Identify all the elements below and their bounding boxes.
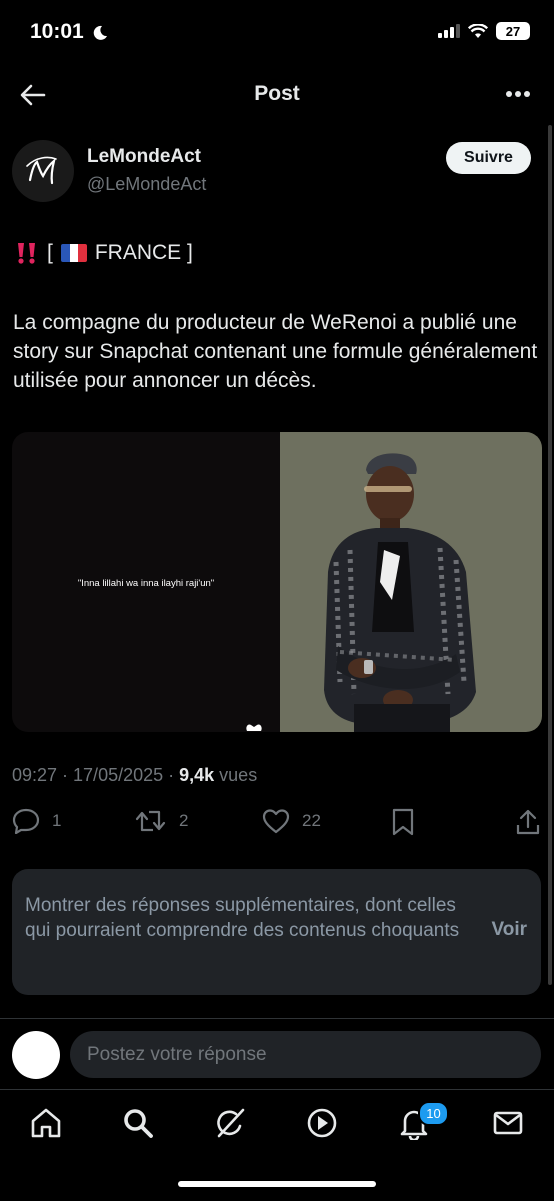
scrollbar[interactable] (548, 125, 552, 985)
status-time: 10:01 (30, 20, 84, 43)
france-flag-icon (60, 244, 87, 262)
tag-open-bracket: [ (47, 241, 53, 264)
author-avatar[interactable] (12, 140, 74, 202)
share-icon (516, 809, 540, 835)
moon-icon (93, 25, 107, 40)
post-meta: 09:27 · 17/05/2025 · 9,4k vues (12, 765, 257, 786)
battery-indicator: 27 (496, 22, 530, 40)
divider (0, 1018, 554, 1019)
post-timestamp: 09:27 · 17/05/2025 · (12, 765, 180, 785)
media-person-photo[interactable] (280, 432, 542, 732)
post-media[interactable]: "Inna lillahi wa inna ilayhi raji'un" (12, 432, 542, 732)
author-display-name[interactable]: LeMondeAct (87, 146, 201, 168)
status-indicators: 27 (438, 22, 530, 40)
search-icon[interactable] (121, 1106, 155, 1140)
media-story-image[interactable]: "Inna lillahi wa inna ilayhi raji'un" (12, 432, 280, 732)
double-exclamation-icon (18, 243, 35, 264)
media-caption: "Inna lillahi wa inna ilayhi raji'un" (77, 578, 215, 589)
more-options-icon[interactable] (502, 80, 534, 108)
post-actions: 1 2 22 (0, 808, 554, 842)
share-action[interactable] (515, 808, 541, 836)
notifications-badge: 10 (418, 1101, 449, 1126)
person-portrait-icon (324, 453, 476, 732)
post-body-text: La compagne du producteur de WeRenoi a p… (13, 311, 538, 392)
page-title: Post (254, 82, 300, 105)
author-handle[interactable]: @LeMondeAct (87, 174, 206, 195)
bookmark-icon (392, 808, 414, 836)
reply-count: 1 (52, 811, 62, 830)
sensitive-replies-card[interactable]: Montrer des réponses supplémentaires, do… (12, 869, 541, 995)
video-play-icon[interactable] (305, 1106, 339, 1140)
lemondeact-logo-icon (26, 156, 57, 185)
heart-icon (246, 724, 262, 731)
like-count: 22 (302, 811, 321, 830)
repost-action[interactable]: 2 (135, 808, 188, 834)
tag-country: FRANCE ] (94, 241, 193, 264)
home-indicator[interactable] (178, 1181, 376, 1187)
like-heart-icon (262, 809, 290, 834)
reply-icon (12, 808, 40, 834)
messages-envelope-icon[interactable] (491, 1106, 525, 1140)
post-tag-line: [ FRANCE ] (15, 241, 193, 265)
repost-icon (135, 810, 166, 832)
reply-action[interactable]: 1 (12, 808, 61, 834)
reply-input[interactable] (70, 1031, 541, 1078)
repost-count: 2 (179, 811, 189, 830)
wifi-icon (468, 23, 488, 38)
like-action[interactable]: 22 (262, 808, 321, 834)
sensitive-replies-text: Montrer des réponses supplémentaires, do… (25, 895, 460, 941)
user-avatar[interactable] (12, 1031, 60, 1079)
views-label: vues (214, 765, 258, 785)
grok-icon[interactable] (213, 1106, 247, 1140)
home-icon[interactable] (29, 1106, 63, 1140)
show-replies-button[interactable]: Voir (491, 919, 527, 941)
bookmark-action[interactable] (391, 808, 415, 836)
views-count: 9,4k (179, 765, 215, 785)
follow-button[interactable]: Suivre (446, 142, 531, 174)
cellular-signal-icon (438, 24, 460, 38)
